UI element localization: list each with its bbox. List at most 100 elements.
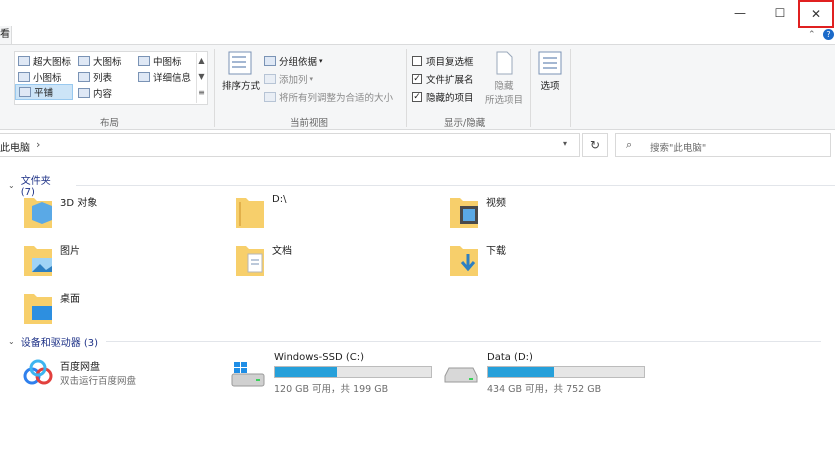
divider	[570, 49, 571, 127]
layout-extra-large-icons[interactable]: 超大图标	[18, 54, 71, 68]
folder-pictures[interactable]: 图片	[22, 240, 80, 276]
dropdown-arrow-icon: ▾	[319, 57, 323, 65]
folder-downloads[interactable]: 下载	[448, 240, 506, 276]
folder-documents[interactable]: 文档	[234, 240, 292, 276]
layout-gallery-scroll[interactable]: ▲ ▼ ≡	[196, 53, 206, 103]
selected-items-label: 所选项目	[484, 95, 523, 106]
folder-d-drive[interactable]: D:\	[234, 192, 286, 228]
options-label: 选项	[540, 81, 560, 92]
minimize-button[interactable]: —	[720, 0, 760, 26]
options-button[interactable]: 选项	[536, 51, 564, 92]
layout-small-icons[interactable]: 小图标	[18, 70, 62, 84]
search-icon: ⌕	[626, 138, 633, 151]
checkbox-label: 隐藏的项目	[426, 93, 474, 104]
hide-selected-items-button[interactable]: 隐藏 所选项目	[482, 51, 526, 106]
baidu-netdisk-name: 百度网盘	[60, 362, 100, 373]
folder-3d-objects[interactable]: 3D 对象	[22, 192, 97, 228]
title-bar: — ☐ ✕	[0, 0, 835, 28]
item-checkboxes-toggle[interactable]: 项目复选框	[412, 54, 474, 68]
maximize-button[interactable]: ☐	[760, 0, 800, 26]
layout-medium-icons[interactable]: 中图标	[138, 54, 182, 68]
layout-label: 平铺	[34, 88, 54, 99]
address-bar[interactable]: 此电脑 › ▾	[0, 133, 580, 157]
search-placeholder: 搜索"此电脑"	[650, 143, 707, 154]
group-label-show-hide: 显示/隐藏	[444, 118, 486, 129]
layout-label: 内容	[93, 89, 113, 100]
pictures-folder-icon	[24, 246, 52, 276]
close-icon: ✕	[810, 7, 822, 21]
layout-list[interactable]: 列表	[78, 70, 112, 84]
baidu-netdisk-icon	[23, 359, 53, 385]
size-all-columns-button[interactable]: 将所有列调整为合适的大小	[264, 90, 393, 104]
help-button[interactable]: ?	[823, 29, 834, 40]
search-box[interactable]: ⌕ 搜索"此电脑"	[615, 133, 831, 157]
folder-label: 桌面	[60, 294, 80, 305]
medium-icons-icon	[138, 56, 150, 66]
folder-label: 文档	[272, 246, 292, 257]
breadcrumb-chevron-icon[interactable]: ›	[36, 138, 40, 151]
options-icon	[538, 51, 562, 75]
address-dropdown-icon[interactable]: ▾	[563, 139, 567, 148]
drive-c-free-space: 120 GB 可用，共 199 GB	[274, 384, 389, 395]
checkbox-label: 项目复选框	[426, 57, 474, 68]
drive-d-free-space: 434 GB 可用，共 752 GB	[487, 384, 602, 395]
devices-section-title: 设备和驱动器 (3)	[20, 338, 99, 349]
group-label-layout: 布局	[100, 118, 120, 129]
checkbox-label: 文件扩展名	[426, 75, 474, 86]
maximize-icon: ☐	[774, 6, 786, 20]
documents-folder-icon	[236, 246, 264, 276]
baidu-netdisk-item[interactable]: 百度网盘 双击运行百度网盘	[22, 356, 222, 392]
hard-drive-icon	[444, 367, 478, 383]
dropdown-arrow-icon: ▾	[309, 75, 314, 83]
ribbon: 超大图标 大图标 中图标 小图标 列表 详细信息 平铺 内容 ▲ ▼ ≡ 布局 排序…	[0, 44, 835, 130]
layout-label: 中图标	[153, 57, 182, 68]
address-path[interactable]: 此电脑	[0, 139, 30, 154]
layout-tiles[interactable]: 平铺	[15, 84, 73, 100]
baidu-netdisk-subtitle: 双击运行百度网盘	[60, 376, 137, 387]
drive-d-usage-fill	[488, 367, 554, 377]
folder-shortcut-icon	[236, 198, 264, 228]
devices-section-header[interactable]: ⌄ 设备和驱动器 (3)	[8, 334, 822, 349]
folder-label: D:\	[272, 194, 287, 205]
refresh-button[interactable]: ↻	[582, 133, 608, 157]
layout-details[interactable]: 详细信息	[138, 70, 191, 84]
help-icon: ?	[826, 30, 831, 39]
folder-desktop[interactable]: 桌面	[22, 288, 80, 324]
group-by-icon	[264, 56, 276, 66]
add-columns-button[interactable]: 添加列 ▾	[264, 72, 313, 86]
videos-folder-icon	[450, 198, 478, 228]
folders-section-header[interactable]: ⌄ 文件夹 (7)	[8, 172, 835, 198]
checkbox-checked-icon: ✓	[412, 74, 422, 84]
extra-large-icons-icon	[18, 56, 30, 66]
tiles-icon	[19, 87, 31, 97]
drive-d[interactable]: Data (D:) 434 GB 可用，共 752 GB	[443, 352, 653, 395]
drive-c-usage-fill	[275, 367, 337, 377]
group-by-label: 分组依据	[279, 57, 318, 68]
list-icon	[78, 72, 90, 82]
hidden-items-toggle[interactable]: ✓ 隐藏的项目	[412, 90, 474, 104]
hide-selected-icon	[496, 51, 513, 75]
downloads-folder-icon	[450, 246, 478, 276]
layout-label: 小图标	[33, 73, 62, 84]
chevron-down-icon: ⌄	[8, 180, 15, 190]
drive-c-usage-bar	[274, 366, 432, 378]
drive-c[interactable]: Windows-SSD (C:) 120 GB 可用，共 199 GB	[230, 352, 440, 395]
tab-view[interactable]: 看	[0, 26, 12, 44]
layout-label: 列表	[93, 73, 113, 84]
details-icon	[138, 72, 150, 82]
ribbon-collapse-button[interactable]: ⌃	[808, 30, 816, 40]
add-columns-label: 添加列	[279, 75, 308, 86]
sort-by-button[interactable]: 排序方式	[222, 51, 260, 103]
file-extensions-toggle[interactable]: ✓ 文件扩展名	[412, 72, 474, 86]
folder-label: 图片	[60, 246, 80, 257]
layout-content[interactable]: 内容	[78, 86, 112, 100]
divider	[406, 49, 407, 127]
layout-label: 超大图标	[33, 57, 72, 68]
folder-videos[interactable]: 视频	[448, 192, 506, 228]
close-button[interactable]: ✕	[798, 0, 834, 28]
layout-label: 大图标	[93, 57, 122, 68]
group-by-button[interactable]: 分组依据 ▾	[264, 54, 323, 68]
layout-large-icons[interactable]: 大图标	[78, 54, 122, 68]
chevron-down-icon: ⌄	[8, 337, 15, 346]
large-icons-icon	[78, 56, 90, 66]
